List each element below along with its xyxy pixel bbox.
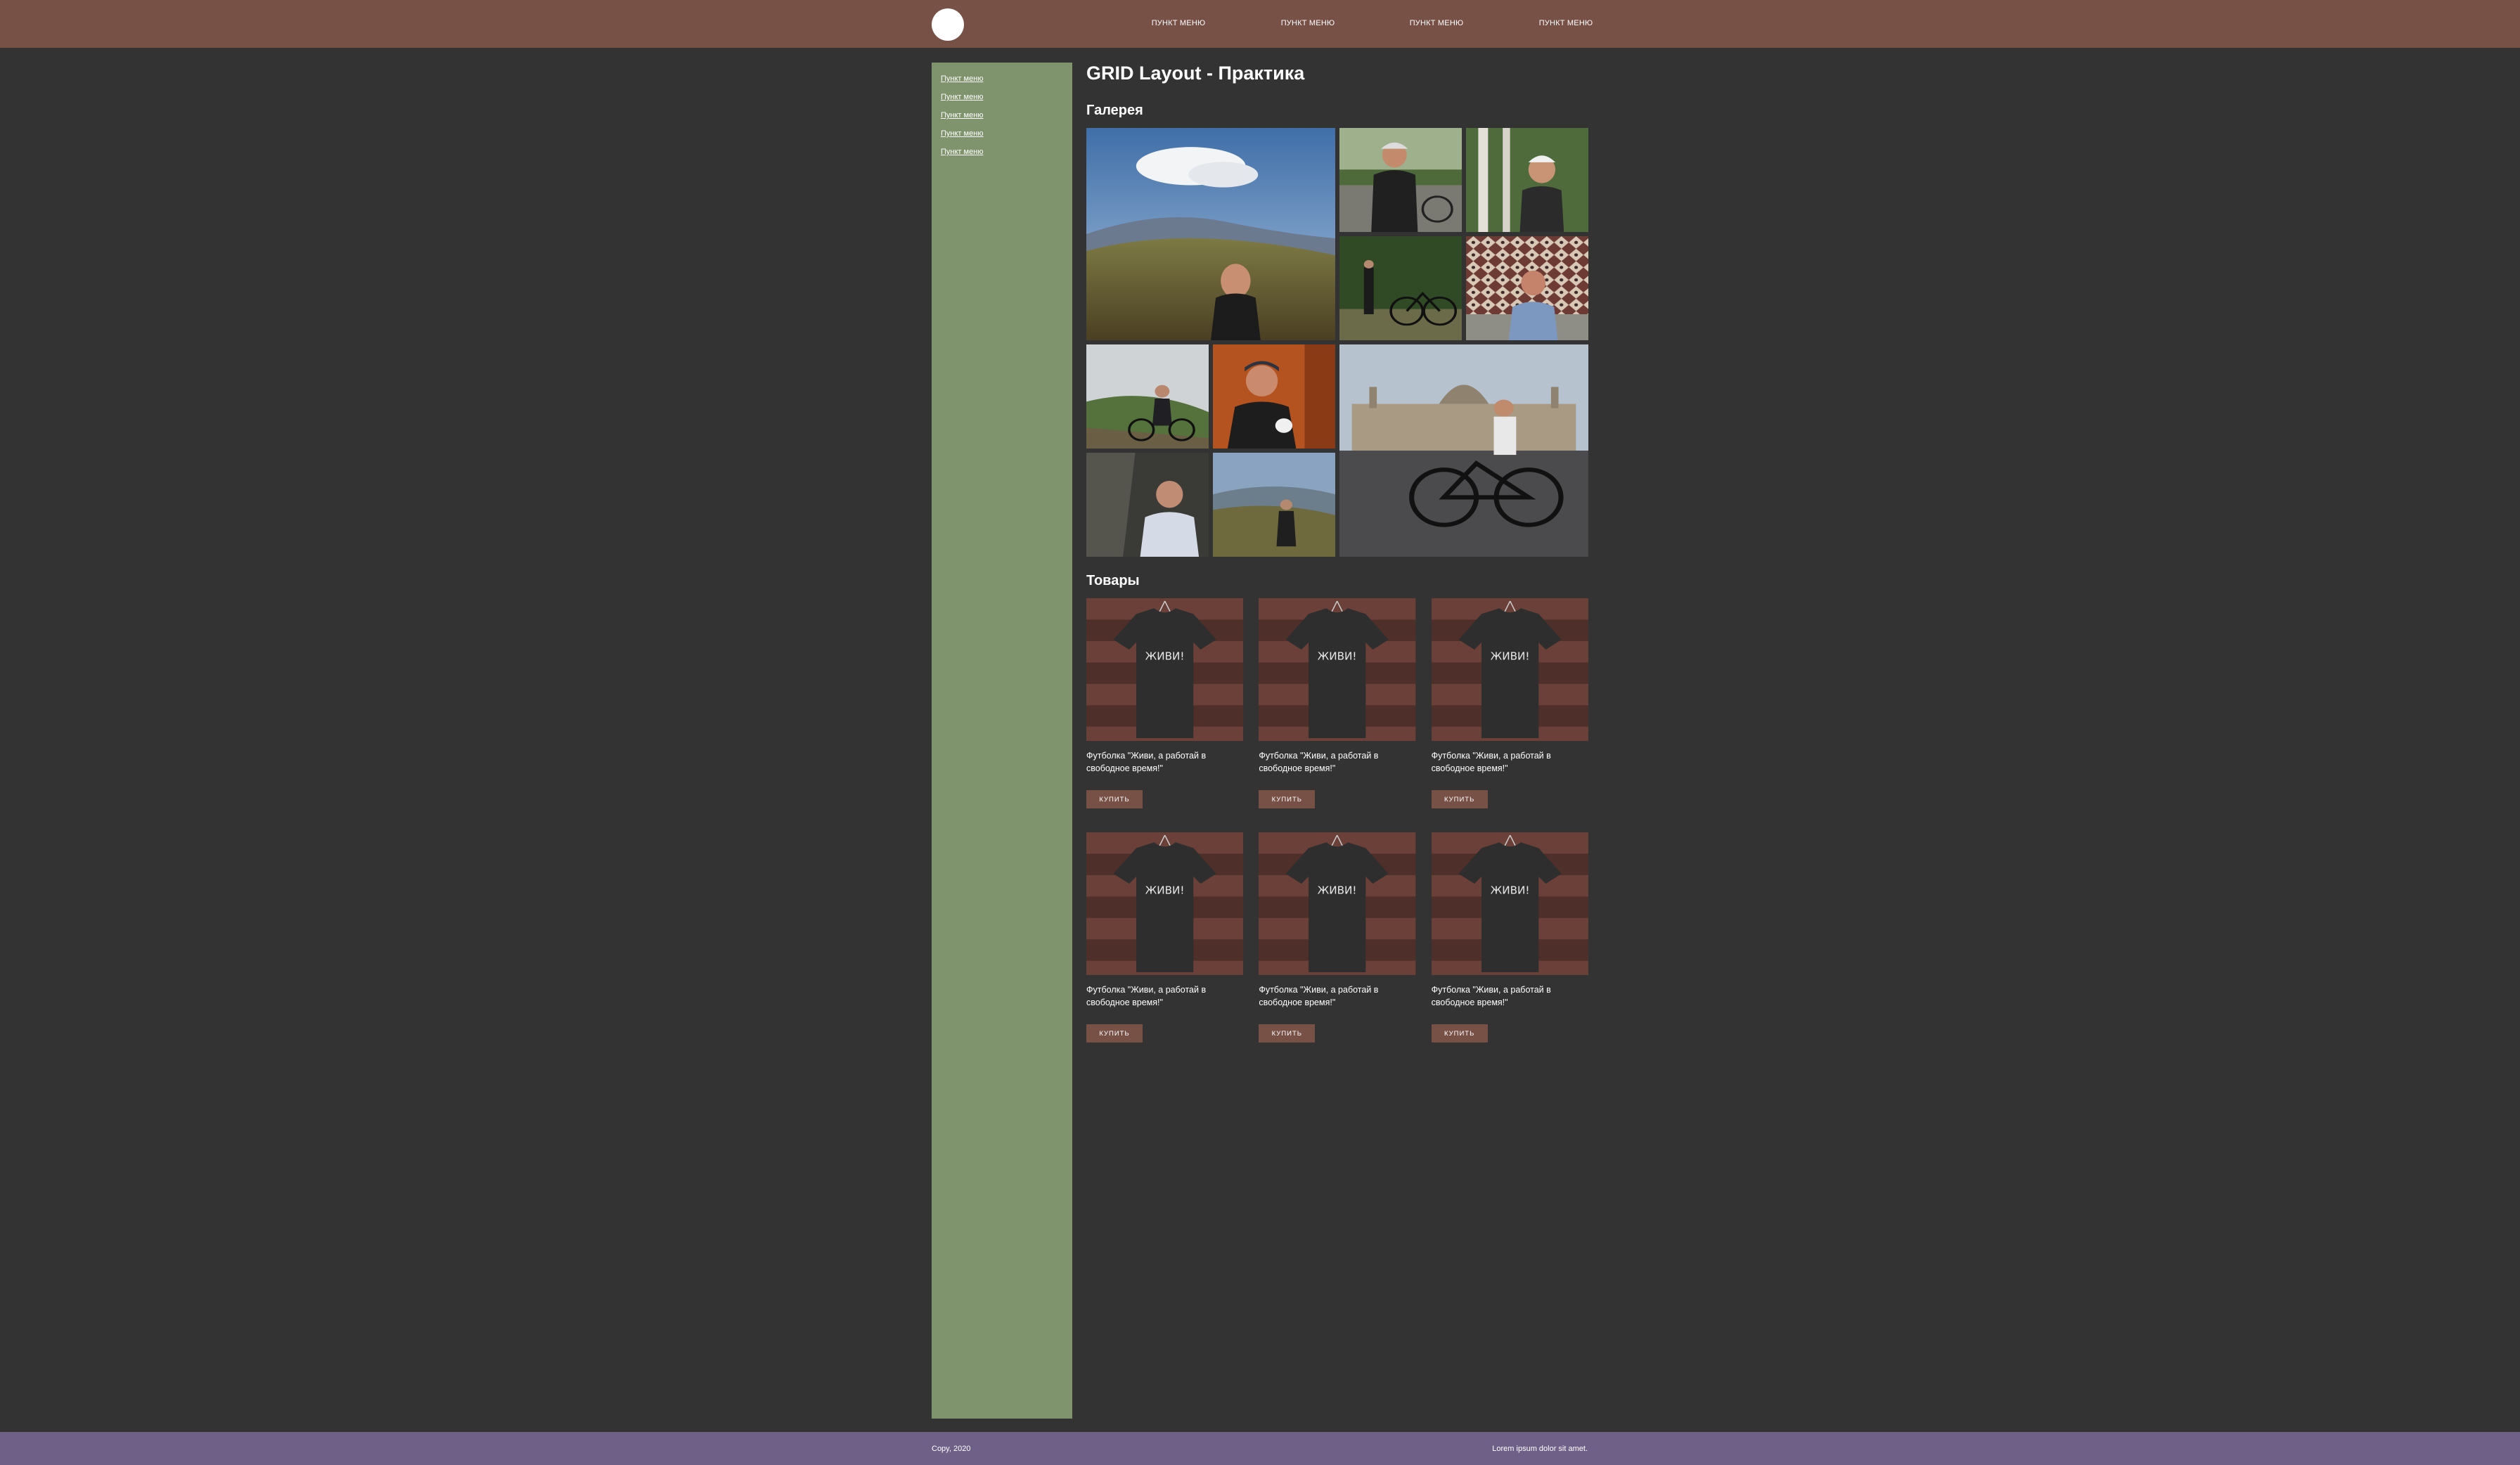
product-name: Футболка "Живи, а работай в свободное вр… — [1086, 985, 1207, 1007]
tshirt-print: ЖИВИ! — [1490, 650, 1529, 662]
product-card: ЖИВИ! Футболка "Живи, а работай в свобод… — [1431, 598, 1588, 809]
top-nav-item[interactable]: Пункт меню — [1394, 19, 1479, 27]
product-image[interactable]: ЖИВИ! — [1259, 832, 1416, 975]
product-image[interactable]: ЖИВИ! — [1431, 598, 1588, 741]
tshirt-print: ЖИВИ! — [1490, 884, 1529, 896]
gallery-photo[interactable] — [1339, 128, 1462, 232]
product-name: Футболка "Живи, а работай в свободное вр… — [1431, 751, 1551, 773]
product-image[interactable]: ЖИВИ! — [1431, 832, 1588, 975]
gallery-photo[interactable] — [1213, 344, 1335, 448]
logo[interactable] — [932, 8, 964, 41]
sidebar-menu: Пункт меню Пункт меню Пункт меню Пункт м… — [941, 72, 984, 163]
product-card: ЖИВИ! Футболка "Живи, а работай в свобод… — [1086, 598, 1244, 809]
sidebar-item: Пункт меню — [941, 72, 984, 90]
gallery-photo[interactable] — [1213, 453, 1335, 557]
sidebar-link[interactable]: Пункт меню — [941, 111, 984, 120]
page-title: GRID Layout - Практика — [1086, 63, 1305, 84]
gallery-photo[interactable] — [1466, 236, 1588, 340]
tshirt-print: ЖИВИ! — [1145, 650, 1185, 662]
products-title: Товары — [1086, 573, 1140, 588]
sidebar-item: Пункт меню — [941, 145, 984, 163]
site-header: Пункт меню Пункт меню Пункт меню Пункт м… — [0, 0, 2520, 48]
top-nav-item[interactable]: Пункт меню — [1266, 19, 1350, 27]
footer-copyright: Copy, 2020 — [932, 1445, 971, 1453]
sidebar-link[interactable]: Пункт меню — [941, 129, 984, 138]
buy-button[interactable]: Купить — [1431, 790, 1488, 808]
footer-text: Lorem ipsum dolor sit amet. — [1492, 1445, 1588, 1453]
tshirt-print: ЖИВИ! — [1318, 884, 1357, 896]
tshirt-print: ЖИВИ! — [1145, 884, 1185, 896]
gallery-photo[interactable] — [1466, 128, 1588, 232]
buy-button[interactable]: Купить — [1259, 790, 1316, 808]
product-image[interactable]: ЖИВИ! — [1086, 598, 1244, 741]
gallery-grid — [1086, 128, 1588, 557]
product-name: Футболка "Живи, а работай в свободное вр… — [1086, 751, 1207, 773]
sidebar-item: Пункт меню — [941, 108, 984, 127]
top-nav-item[interactable]: Пункт меню — [1524, 19, 1608, 27]
sidebar-link[interactable]: Пункт меню — [941, 148, 984, 156]
product-card: ЖИВИ! Футболка "Живи, а работай в свобод… — [1431, 832, 1588, 1043]
product-image[interactable]: ЖИВИ! — [1259, 598, 1416, 741]
product-card: ЖИВИ! Футболка "Живи, а работай в свобод… — [1086, 832, 1244, 1043]
gallery-photo[interactable] — [1086, 453, 1209, 557]
site-footer: Copy, 2020 Lorem ipsum dolor sit amet. — [0, 1432, 2520, 1465]
product-name: Футболка "Живи, а работай в свободное вр… — [1259, 751, 1379, 773]
top-nav-item[interactable]: Пункт меню — [1136, 19, 1221, 27]
sidebar-item: Пункт меню — [941, 127, 984, 145]
buy-button[interactable]: Купить — [1431, 1024, 1488, 1043]
gallery-photo[interactable] — [1339, 236, 1462, 340]
buy-button[interactable]: Купить — [1086, 1024, 1143, 1043]
gallery-photo[interactable] — [1086, 128, 1335, 340]
gallery-photo[interactable] — [1339, 344, 1588, 557]
sidebar: Пункт меню Пункт меню Пункт меню Пункт м… — [932, 63, 1072, 1419]
gallery-photo[interactable] — [1086, 344, 1209, 448]
buy-button[interactable]: Купить — [1086, 790, 1143, 808]
product-card: ЖИВИ! Футболка "Живи, а работай в свобод… — [1259, 832, 1416, 1043]
gallery-title: Галерея — [1086, 103, 1143, 118]
sidebar-item: Пункт меню — [941, 90, 984, 108]
product-image[interactable]: ЖИВИ! — [1086, 832, 1244, 975]
buy-button[interactable]: Купить — [1259, 1024, 1316, 1043]
sidebar-link[interactable]: Пункт меню — [941, 75, 984, 83]
tshirt-print: ЖИВИ! — [1318, 650, 1357, 662]
product-name: Футболка "Живи, а работай в свободное вр… — [1259, 985, 1379, 1007]
products-grid: ЖИВИ! Футболка "Живи, а работай в свобод… — [1086, 598, 1588, 1043]
product-name: Футболка "Живи, а работай в свободное вр… — [1431, 985, 1551, 1007]
sidebar-link[interactable]: Пункт меню — [941, 93, 984, 101]
product-card: ЖИВИ! Футболка "Живи, а работай в свобод… — [1259, 598, 1416, 809]
